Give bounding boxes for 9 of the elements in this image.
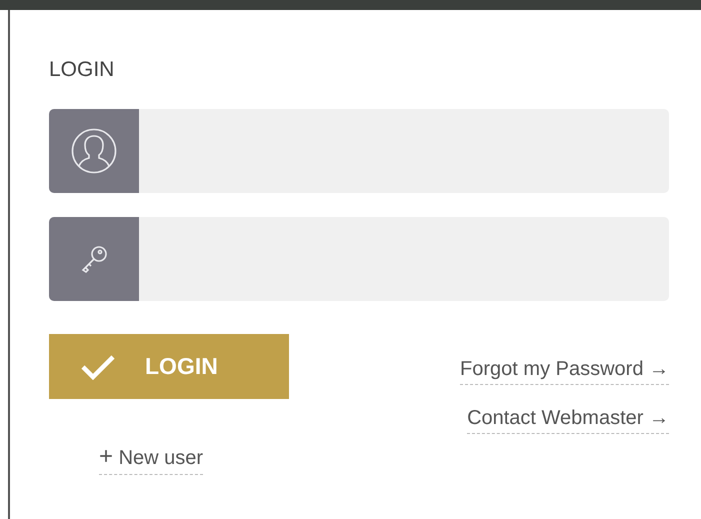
- key-icon: [79, 244, 109, 274]
- input-field[interactable]: [49, 109, 669, 193]
- new-user-link[interactable]: + New user: [99, 443, 204, 475]
- dialog-title: LOGIN: [49, 58, 116, 82]
- user-icon: [71, 128, 117, 174]
- input-field[interactable]: [49, 217, 669, 301]
- text-link[interactable]: Contact Webmaster →: [467, 407, 669, 434]
- text-link[interactable]: Forgot my Password →: [460, 358, 669, 385]
- checkmark-icon: [81, 354, 115, 380]
